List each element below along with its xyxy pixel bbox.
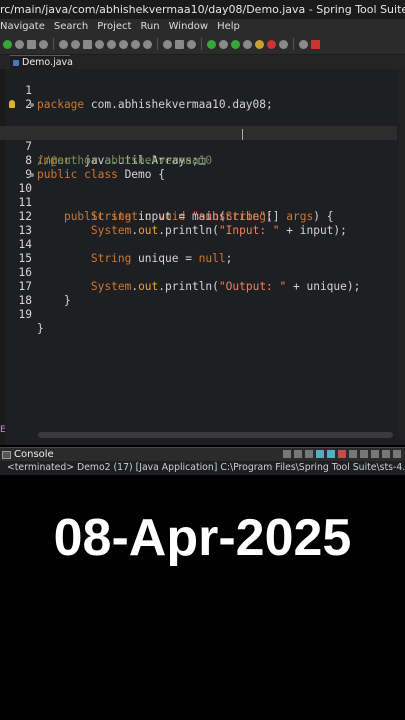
tab-console[interactable]: Console (0, 448, 54, 462)
side-panel-letter: E (0, 425, 6, 435)
maximize-icon[interactable] (393, 450, 401, 458)
code-line-16: 16 System.out.println("Output: " + uniqu… (0, 252, 397, 293)
build-icon[interactable] (59, 39, 68, 49)
open-type-icon[interactable] (299, 39, 308, 49)
run-dropdown-icon[interactable] (243, 39, 252, 49)
vertical-scrollbar[interactable] (399, 69, 405, 439)
mouse-ibeam-cursor (242, 129, 243, 140)
tools-dropdown-icon[interactable] (279, 39, 288, 49)
clear-console-icon[interactable] (305, 450, 313, 458)
toolbar-separator (53, 38, 54, 50)
quick-fix-bulb-icon[interactable] (9, 100, 15, 108)
run-icon[interactable] (231, 39, 240, 49)
save-icon[interactable] (15, 39, 24, 49)
java-file-icon (13, 60, 19, 66)
window-title: rc/main/java/com/abhishekvermaa10/day08/… (0, 0, 405, 19)
editor-tab-bar: Demo.java (0, 55, 405, 69)
menu-navigate[interactable]: Navigate (0, 21, 45, 32)
menu-project[interactable]: Project (97, 21, 131, 32)
scroll-lock-icon[interactable] (316, 450, 324, 458)
menu-window[interactable]: Window (169, 21, 208, 32)
code-line-11: 11 String input = "subscribe"; (0, 182, 397, 223)
code-line-14: 14 String unique = null; (0, 224, 397, 265)
resume-icon[interactable] (95, 39, 104, 49)
code-line-7: 7 //@author abhishekvermaa10 (0, 126, 397, 167)
open-console-icon[interactable] (371, 450, 379, 458)
use-step-filters-icon[interactable] (187, 39, 196, 49)
display-console-icon[interactable] (360, 450, 368, 458)
remove-launch-icon[interactable] (294, 450, 302, 458)
spring-boot-icon[interactable] (311, 39, 320, 49)
fold-marker-icon[interactable] (30, 173, 34, 177)
pin-console-icon[interactable] (349, 450, 357, 458)
debug-icon[interactable] (207, 39, 216, 49)
code-line-15: 15 (0, 238, 397, 265)
toolbar-separator (157, 38, 158, 50)
code-line-10: 10 public static void main(String[] args… (0, 168, 397, 223)
step-over-icon[interactable] (143, 39, 152, 49)
coverage-icon[interactable] (255, 39, 264, 49)
drop-to-frame-icon[interactable] (175, 39, 184, 49)
horizontal-scrollbar[interactable] (38, 432, 393, 438)
console-status: <terminated> Demo2 (17) [Java Applicatio… (0, 461, 405, 475)
console-tab-label: Console (14, 449, 54, 460)
word-wrap-icon[interactable] (327, 450, 335, 458)
code-line-1: 1 package com.abhishekvermaa10.day08; (0, 70, 397, 111)
suspend-icon[interactable] (107, 39, 116, 49)
code-line-12: 12 System.out.println("Input: " + input)… (0, 196, 397, 237)
fold-marker-icon[interactable] (30, 103, 34, 107)
code-line-13: 13 (0, 210, 397, 237)
code-line-8: 8 public class Demo { (0, 140, 397, 181)
code-line-9: 9 (0, 154, 397, 181)
skip-breakpoints-icon[interactable] (71, 39, 80, 49)
stop-icon[interactable] (119, 39, 128, 49)
code-editor[interactable]: 1 package com.abhishekvermaa10.day08; 2 … (0, 69, 405, 445)
console-icon (2, 451, 11, 459)
new-icon[interactable] (3, 39, 12, 49)
minimize-icon[interactable] (382, 450, 390, 458)
code-line-6: 6 (0, 112, 397, 139)
toolbar (0, 34, 405, 55)
save-all-icon[interactable] (27, 39, 36, 49)
tab-demo-java[interactable]: Demo.java (10, 55, 73, 69)
step-into-icon[interactable] (131, 39, 140, 49)
menu-bar: Navigate Search Project Run Window Help (0, 19, 405, 34)
menu-search[interactable]: Search (54, 21, 88, 32)
code-line-2: 2 (0, 84, 397, 111)
terminal-icon[interactable] (83, 39, 92, 49)
code-line-3: 3 import java.util.Arrays;□ (0, 98, 397, 167)
print-icon[interactable] (39, 39, 48, 49)
code-line-18: 18 (0, 280, 397, 307)
code-line-19: 19 } (0, 294, 397, 335)
code-line-17: 17 } (0, 266, 397, 307)
show-on-output-icon[interactable] (338, 450, 346, 458)
menu-run[interactable]: Run (140, 21, 159, 32)
terminate-icon[interactable] (283, 450, 291, 458)
step-return-icon[interactable] (163, 39, 172, 49)
external-tools-icon[interactable] (267, 39, 276, 49)
console-toolbar (283, 450, 401, 458)
tab-label: Demo.java (22, 57, 73, 68)
menu-help[interactable]: Help (217, 21, 240, 32)
toolbar-separator (201, 38, 202, 50)
line-number: 19 (18, 308, 32, 321)
toolbar-separator (293, 38, 294, 50)
debug-dropdown-icon[interactable] (219, 39, 228, 49)
console-header: Console (0, 447, 405, 462)
date-caption: 08-Apr-2025 (53, 509, 352, 567)
code-text: } (37, 322, 44, 335)
